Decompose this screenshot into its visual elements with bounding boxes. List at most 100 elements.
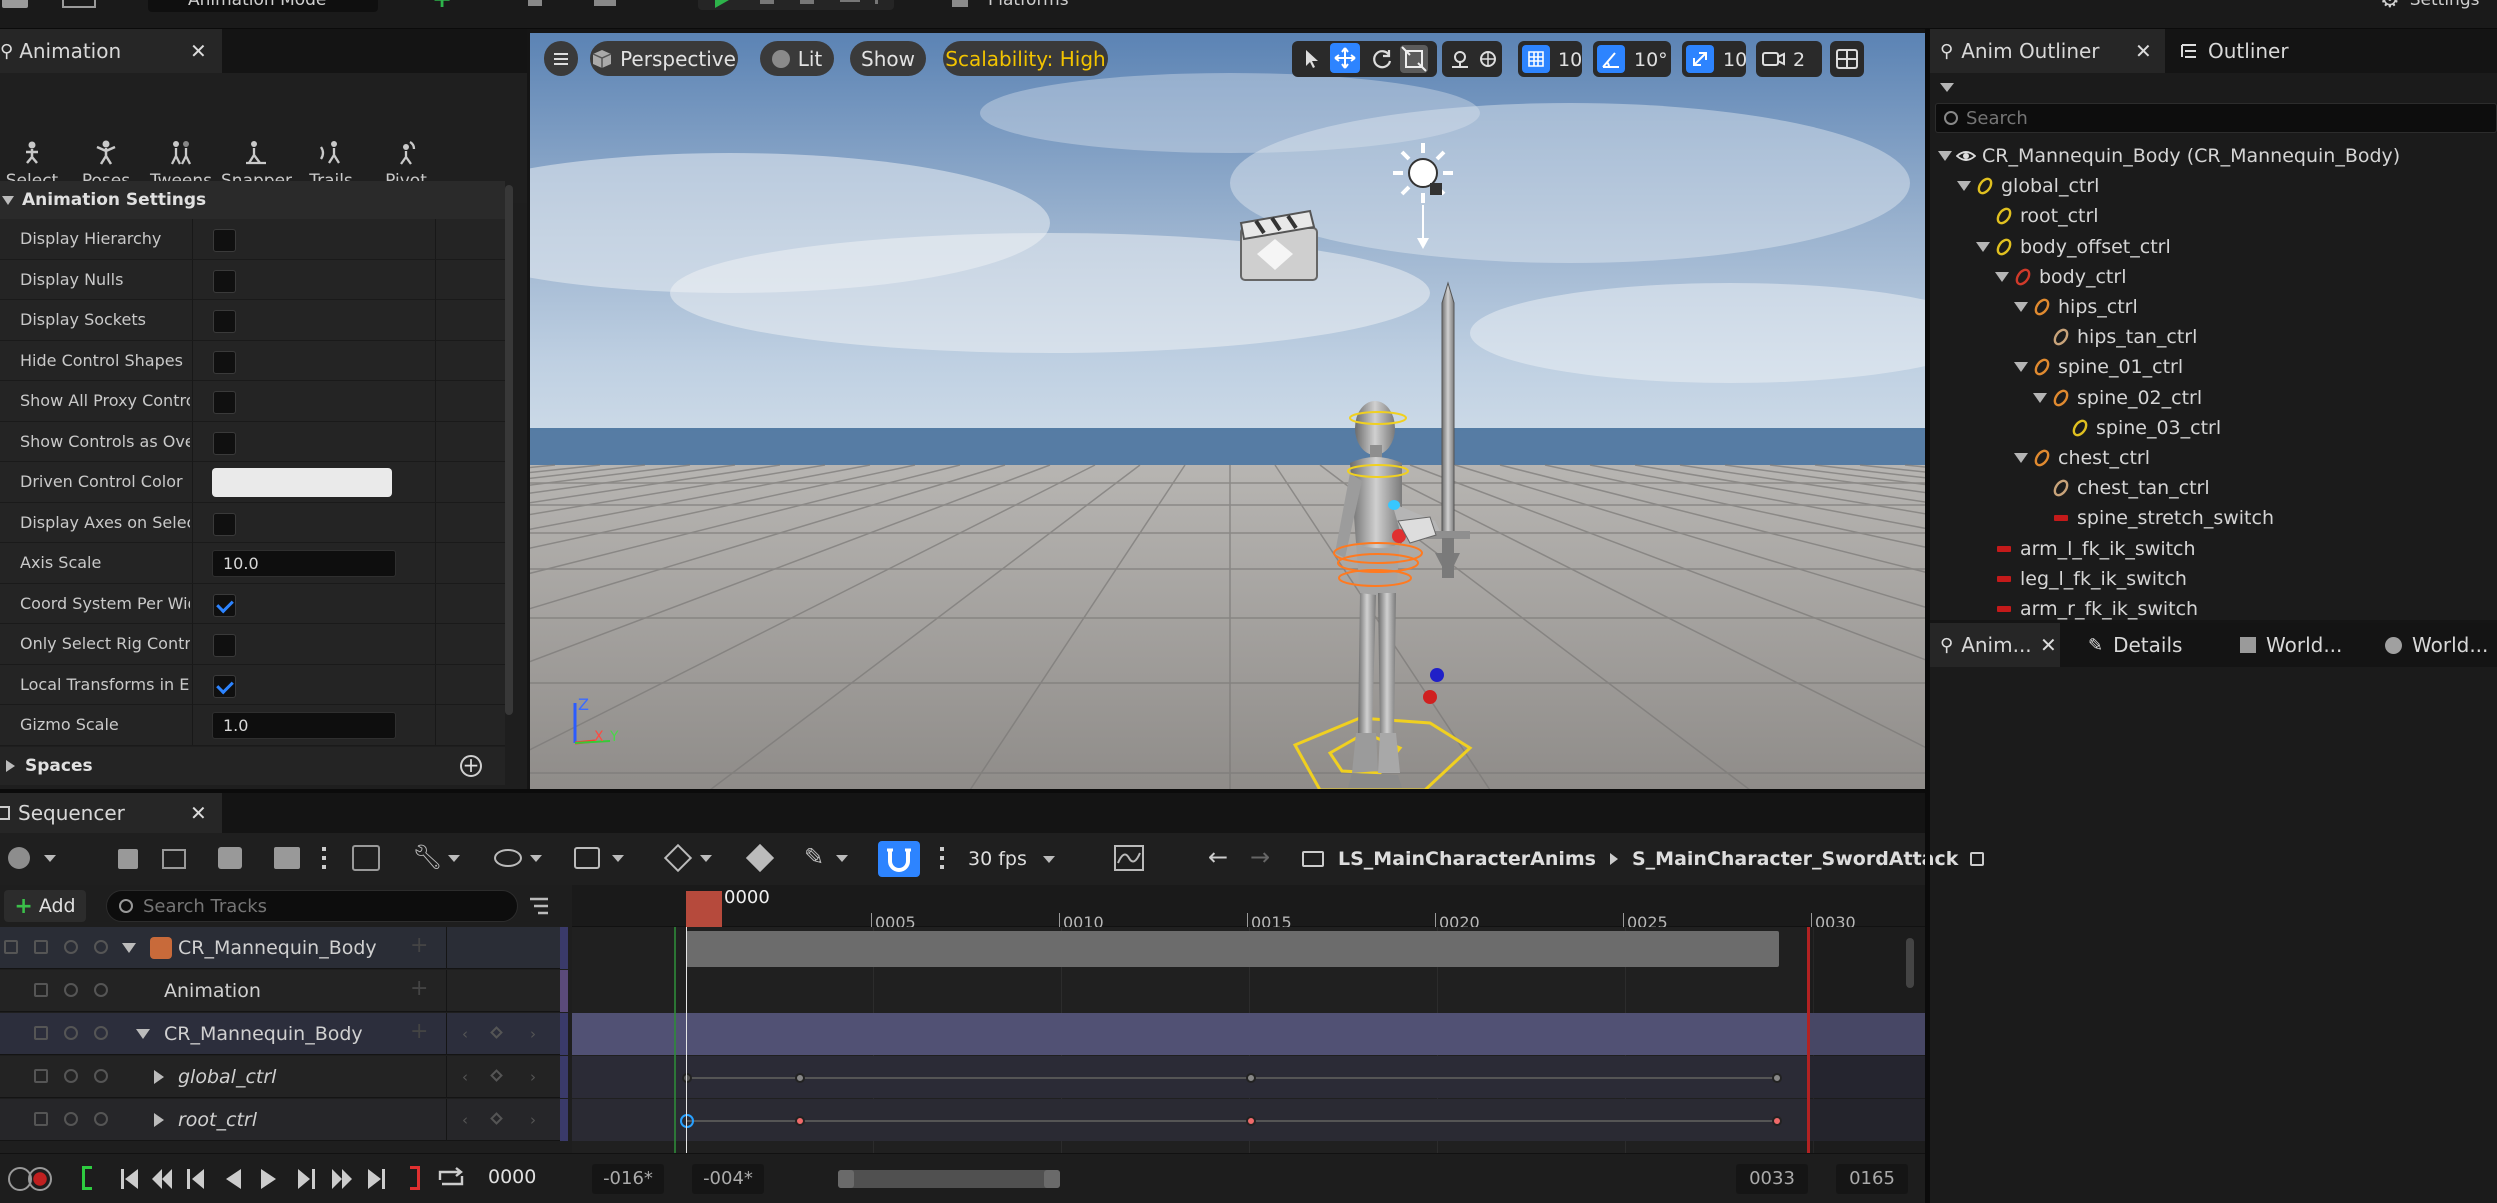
scale-snap-value[interactable]: 10 (1723, 49, 1747, 71)
outliner-item[interactable]: global_ctrl (1930, 171, 2497, 201)
surface-snap-icon[interactable] (1448, 47, 1472, 71)
current-time-field[interactable]: 0000 (488, 1166, 550, 1192)
setting-checkbox[interactable] (213, 512, 236, 536)
scalability-button[interactable]: Scalability: High (943, 41, 1108, 76)
next-key-icon[interactable]: › (530, 1068, 536, 1086)
grid-snap-value[interactable]: 10 (1558, 49, 1582, 71)
rotate-mode-icon[interactable] (1370, 47, 1394, 71)
previous-key-icon[interactable]: ‹ (462, 1068, 468, 1086)
lock-icon[interactable] (34, 1069, 48, 1083)
outliner-search[interactable] (1935, 103, 2497, 133)
solo-icon[interactable] (64, 983, 78, 997)
outliner-item[interactable]: spine_01_ctrl (1930, 352, 2497, 382)
range-handle-left[interactable] (838, 1170, 854, 1188)
level-viewport[interactable]: Z X Y Perspective Lit Show Scalability: … (530, 33, 1925, 790)
outliner-item[interactable]: arm_r_fk_ik_switch (1930, 594, 2497, 620)
setting-checkbox[interactable] (213, 593, 236, 617)
playback-start-marker[interactable] (674, 927, 676, 1153)
lock-icon[interactable] (34, 1026, 48, 1040)
playback-range-end-icon[interactable] (410, 1166, 420, 1190)
tab-details[interactable]: ✎ Details (2088, 623, 2228, 667)
viewport-menu-button[interactable] (544, 41, 578, 76)
stop-icon[interactable] (800, 0, 814, 4)
outliner-item[interactable]: hips_ctrl (1930, 292, 2497, 322)
mute-icon[interactable] (94, 1026, 108, 1040)
tab-anim-details[interactable]: ⚲ Anim... ✕ (1930, 623, 2060, 667)
keyframe[interactable] (1246, 1073, 1256, 1083)
jump-to-start-icon[interactable] (120, 1168, 140, 1190)
tab-animation[interactable]: ⚲ Animation ✕ (0, 29, 222, 73)
tab-world-settings[interactable]: World... (2240, 623, 2370, 667)
track-row[interactable]: CR_Mannequin_Body + (0, 927, 568, 969)
add-content-icon[interactable]: + (432, 0, 458, 11)
outliner-item[interactable]: body_offset_ctrl (1930, 232, 2497, 262)
play-reverse-icon[interactable] (224, 1168, 242, 1190)
close-icon[interactable]: ✕ (2040, 633, 2057, 657)
track-row[interactable]: global_ctrl ‹ › (0, 1056, 568, 1098)
skip-icon[interactable] (760, 0, 774, 4)
settings-button[interactable]: ⚙ Settings (2380, 0, 2479, 13)
view-end-field[interactable]: 0165 (1836, 1164, 1908, 1194)
setting-checkbox[interactable] (213, 634, 236, 657)
next-key-icon[interactable]: › (530, 1025, 536, 1043)
blueprint-icon[interactable] (528, 0, 542, 6)
solo-icon[interactable] (64, 1069, 78, 1083)
outliner-item[interactable]: hips_tan_ctrl (1930, 322, 2497, 352)
expand-arrow-icon[interactable] (1995, 271, 2009, 282)
cinematics-icon[interactable] (594, 0, 616, 6)
loop-mode-icon[interactable] (436, 1166, 466, 1190)
platforms-button[interactable]: Platforms (952, 0, 1069, 12)
next-key-icon[interactable]: › (530, 1111, 536, 1129)
play-icon[interactable] (715, 0, 729, 8)
previous-key-icon[interactable]: ‹ (462, 1025, 468, 1043)
add-space-icon[interactable]: + (460, 755, 482, 777)
setting-checkbox[interactable] (213, 269, 236, 293)
setting-number-field[interactable]: 1.0 (212, 712, 396, 739)
record-icon[interactable] (28, 1167, 52, 1191)
mute-icon[interactable] (94, 1112, 108, 1126)
setting-checkbox[interactable] (213, 391, 236, 414)
solo-icon[interactable] (64, 940, 78, 954)
keyframe[interactable] (682, 1073, 692, 1083)
pin-icon[interactable] (4, 940, 18, 954)
save-icon[interactable] (2, 0, 28, 8)
setting-number-field[interactable]: 10.0 (212, 550, 396, 577)
rotation-snap-icon[interactable] (1597, 45, 1625, 73)
outliner-options-icon[interactable] (1940, 83, 1954, 92)
solo-icon[interactable] (64, 1112, 78, 1126)
mute-icon[interactable] (94, 983, 108, 997)
control-rig-track-bar[interactable] (572, 1013, 1925, 1055)
play-options-icon[interactable] (875, 0, 878, 4)
setting-checkbox[interactable] (213, 229, 236, 252)
color-swatch[interactable] (212, 468, 392, 497)
outliner-item[interactable]: spine_02_ctrl (1930, 383, 2497, 413)
world-local-icon[interactable] (1476, 47, 1500, 71)
previous-key-icon[interactable]: ‹ (462, 1111, 468, 1129)
jump-to-end-icon[interactable] (366, 1168, 386, 1190)
select-mode-icon[interactable] (1300, 47, 1324, 71)
add-key-icon[interactable] (490, 1069, 503, 1082)
time-range-slider[interactable] (838, 1170, 1060, 1188)
tab-outliner[interactable]: Outliner (2180, 29, 2330, 73)
grid-snap-icon[interactable] (1522, 45, 1550, 73)
eject-icon[interactable] (840, 0, 860, 2)
perspective-button[interactable]: Perspective (590, 41, 738, 76)
range-handle-right[interactable] (1044, 1170, 1060, 1188)
track-row[interactable]: root_ctrl ‹ › (0, 1099, 568, 1141)
lock-icon[interactable] (34, 983, 48, 997)
collapsed-arrow-icon[interactable] (154, 1113, 164, 1127)
mute-icon[interactable] (94, 1069, 108, 1083)
lock-icon[interactable] (1970, 852, 1985, 866)
collapsed-arrow-icon[interactable] (154, 1070, 164, 1084)
close-icon[interactable]: ✕ (2135, 39, 2152, 63)
outliner-item[interactable]: leg_l_fk_ik_switch (1930, 564, 2497, 594)
scale-mode-icon[interactable] (1400, 45, 1428, 73)
outliner-item[interactable]: root_ctrl (1930, 201, 2497, 231)
tab-world-partition[interactable]: World... (2385, 623, 2497, 667)
section-spaces[interactable]: Spaces + (0, 747, 505, 785)
close-icon[interactable]: ✕ (190, 39, 207, 63)
expand-arrow-icon[interactable] (2014, 453, 2028, 463)
outliner-item[interactable]: CR_Mannequin_Body (CR_Mannequin_Body) (1930, 141, 2497, 171)
show-button[interactable]: Show (850, 41, 926, 76)
outliner-item[interactable]: spine_stretch_switch (1930, 503, 2497, 533)
